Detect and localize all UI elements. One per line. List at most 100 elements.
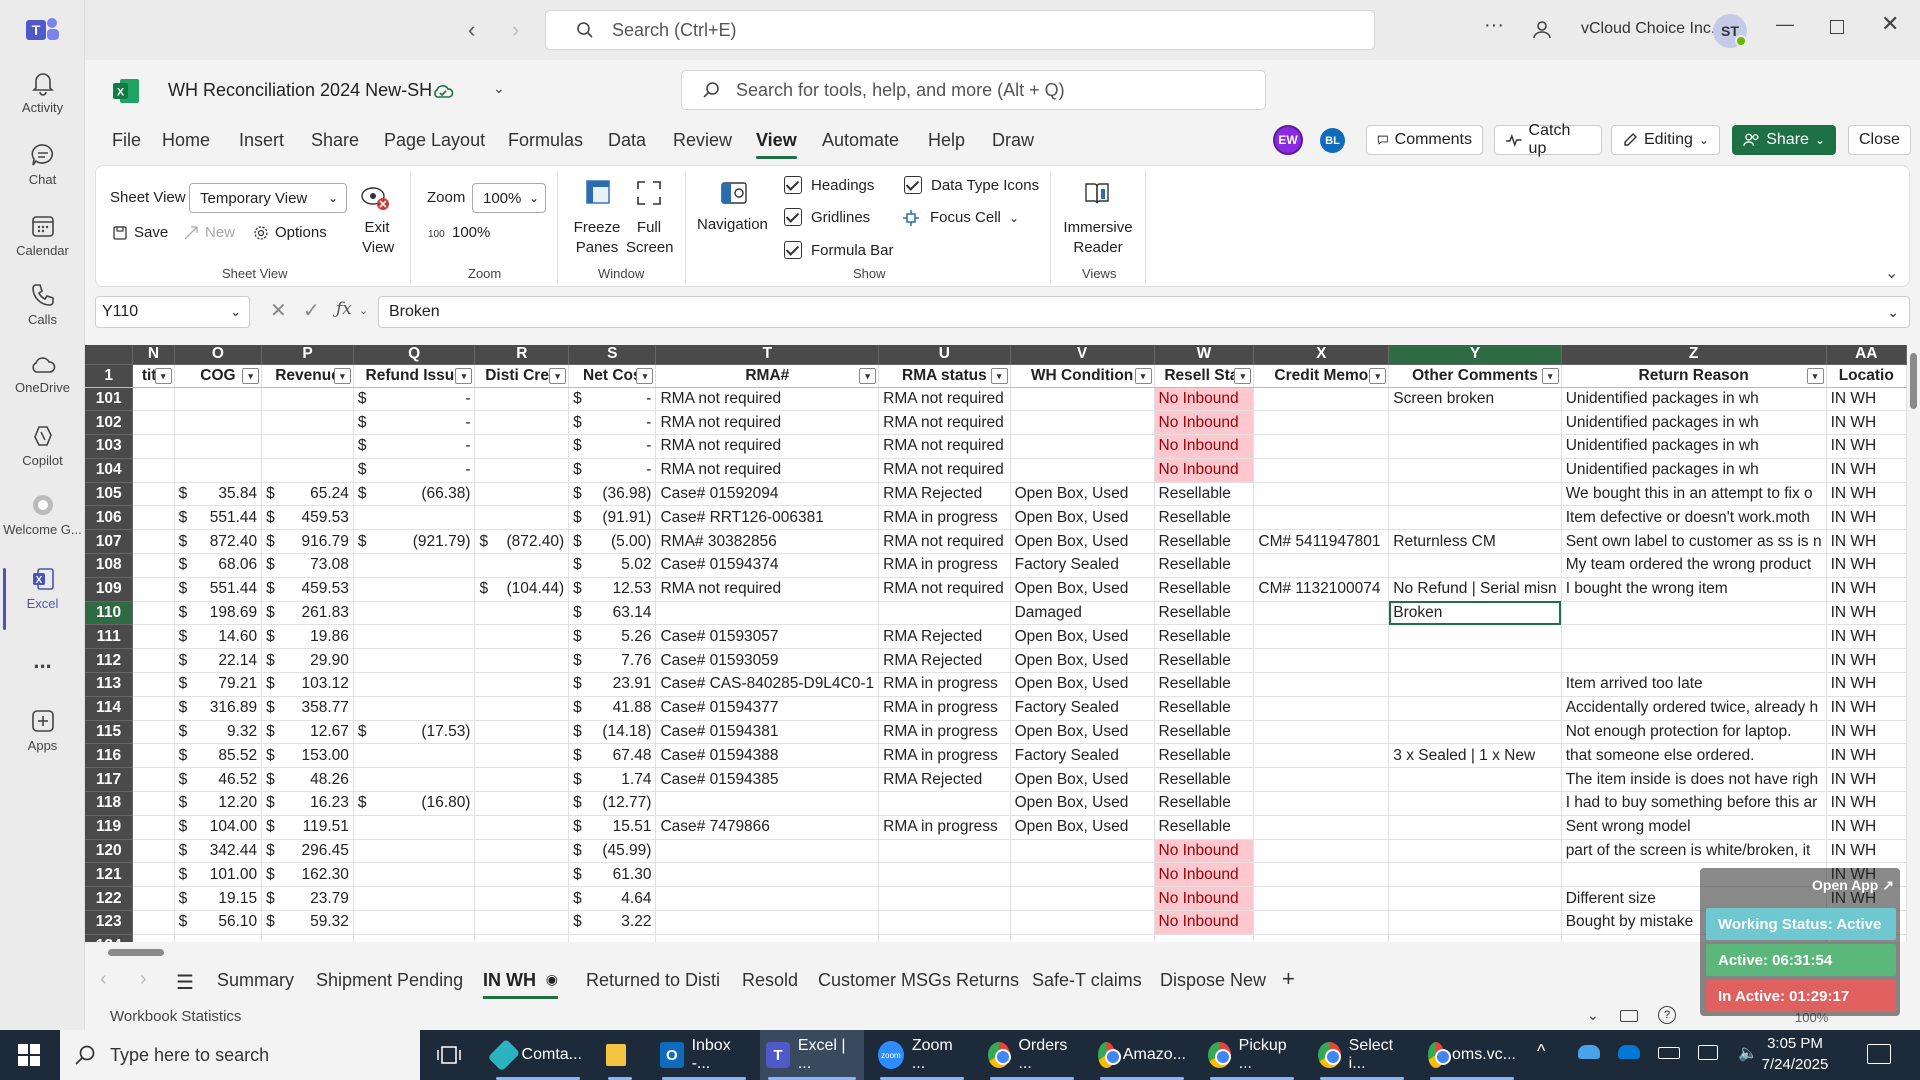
cell-n[interactable] [132, 767, 175, 793]
minimize-icon[interactable]: — [1776, 14, 1794, 35]
cell-p[interactable]: $358.77 [261, 696, 354, 721]
cell-y[interactable] [1388, 696, 1562, 721]
cell-n[interactable] [132, 696, 175, 721]
cell-u[interactable]: RMA in progress [878, 815, 1011, 840]
row-number[interactable]: 103 [85, 434, 134, 459]
more-icon[interactable]: ... [0, 648, 85, 674]
show-hidden-icons-icon[interactable]: ^ [1537, 1041, 1545, 1062]
cell-q[interactable]: $ (17.53) [353, 720, 476, 745]
cell-y[interactable] [1388, 624, 1562, 650]
row-number[interactable]: 122 [85, 886, 134, 912]
row-number[interactable]: 116 [85, 743, 134, 769]
cell-o[interactable]: $551.44 [174, 505, 263, 531]
menu-data[interactable]: Data [608, 130, 646, 151]
zoom-100-button[interactable]: 100 100% [428, 224, 490, 241]
taskbar-app-zoom[interactable]: zoom Zoom ... [872, 1030, 972, 1080]
taskbar-app-chrome-amazon[interactable]: Amazo... [1092, 1030, 1192, 1080]
vertical-scrollbar[interactable] [1907, 335, 1920, 945]
tools-search-box[interactable]: Search for tools, help, and more (Alt + … [681, 70, 1266, 110]
cell-y[interactable] [1388, 862, 1562, 888]
cell-o[interactable]: $22.14 [174, 648, 263, 674]
gridlines-checkbox[interactable] [784, 208, 802, 226]
taskbar-app-chrome-select[interactable]: Select i... [1312, 1030, 1412, 1080]
row-number[interactable]: 112 [85, 648, 134, 674]
cell-x[interactable] [1253, 458, 1390, 483]
cell-v[interactable]: Damaged [1010, 601, 1155, 626]
cell-y[interactable] [1388, 410, 1562, 436]
cell-n[interactable] [132, 815, 175, 840]
column-header-n[interactable]: N [132, 345, 175, 365]
cell-aa[interactable]: IN WH [1826, 458, 1907, 483]
cell-y[interactable]: No Refund | Serial misn [1388, 577, 1562, 602]
cell-t[interactable] [655, 839, 880, 864]
cell-x[interactable] [1253, 934, 1390, 942]
tab-customer-msgs-returns[interactable]: Customer MSGs Returns [818, 970, 1019, 991]
cell-v[interactable]: Open Box, Used [1010, 672, 1155, 697]
cell-z[interactable]: Sent own label to customer as ss is n [1561, 529, 1827, 555]
header-cell-q[interactable]: Refund Issue ▾ [353, 364, 476, 388]
filter-dropdown-icon[interactable]: ▾ [1234, 367, 1252, 384]
cell-t[interactable]: RMA not required [655, 410, 880, 436]
cell-w[interactable]: Resellable [1154, 743, 1255, 769]
cell-z[interactable]: Sent wrong model [1561, 815, 1827, 840]
menu-draw[interactable]: Draw [992, 130, 1034, 151]
cell-r[interactable] [474, 791, 570, 816]
cell-q[interactable] [353, 553, 476, 578]
cell-n[interactable] [132, 577, 175, 602]
cell-s[interactable]: $23.91 [568, 672, 657, 697]
cell-w[interactable]: Resellable [1154, 696, 1255, 721]
cell-s[interactable]: $ (91.91) [568, 505, 657, 531]
cell-t[interactable] [655, 934, 880, 942]
tab-shipment-pending[interactable]: Shipment Pending [316, 970, 463, 991]
taskbar-app-file-explorer[interactable] [600, 1030, 640, 1080]
task-view-icon[interactable] [437, 1044, 461, 1066]
cell-r[interactable]: $ (104.44) [474, 577, 570, 602]
menu-insert[interactable]: Insert [239, 130, 284, 151]
cell-o[interactable]: $14.60 [174, 624, 263, 650]
cell-z[interactable] [1561, 648, 1827, 674]
cancel-entry-icon[interactable]: ✕ [270, 298, 287, 323]
cell-aa[interactable]: IN WH [1826, 553, 1907, 578]
cell-u[interactable] [878, 886, 1011, 912]
cell-w[interactable]: No Inbound [1154, 910, 1255, 935]
cell-o[interactable] [174, 434, 263, 459]
cell-w[interactable]: Resellable [1154, 767, 1255, 793]
row-number[interactable]: 111 [85, 624, 134, 650]
row-number[interactable]: 104 [85, 458, 134, 483]
cell-q[interactable]: $ - [353, 434, 476, 459]
cell-p[interactable] [261, 434, 354, 459]
cell-z[interactable]: My team ordered the wrong product [1561, 553, 1827, 578]
cell-y[interactable] [1388, 458, 1562, 483]
cell-z[interactable]: Unidentified packages in wh [1561, 387, 1827, 412]
header-cell-v[interactable]: WH Condition ▾ [1010, 364, 1155, 388]
menu-review[interactable]: Review [673, 130, 732, 151]
zoom-dropdown[interactable]: 100% ⌄ [472, 183, 546, 213]
more-options-icon[interactable]: ··· [1484, 14, 1504, 37]
cell-t[interactable]: Case# 01594385 [655, 767, 880, 793]
filter-dropdown-icon[interactable]: ▾ [242, 367, 260, 384]
cell-q[interactable] [353, 934, 476, 942]
cell-t[interactable]: Case# RRT126-006381 [655, 505, 880, 531]
header-cell-y[interactable]: Other Comments ▾ [1388, 364, 1562, 388]
cell-p[interactable] [261, 410, 354, 436]
help-icon[interactable]: ? [1658, 1006, 1676, 1024]
header-cell-u[interactable]: RMA status ▾ [878, 364, 1011, 388]
cell-u[interactable]: RMA in progress [878, 553, 1011, 578]
row-number[interactable]: 109 [85, 577, 134, 602]
cell-aa[interactable]: IN WH [1826, 387, 1907, 412]
cell-r[interactable] [474, 553, 570, 578]
vertical-scroll-thumb[interactable] [1910, 353, 1917, 409]
cell-z[interactable]: Item arrived too late [1561, 672, 1827, 697]
row-number[interactable]: 108 [85, 553, 134, 578]
cell-q[interactable] [353, 839, 476, 864]
cell-p[interactable]: $65.24 [261, 482, 354, 507]
data-type-icons-checkbox[interactable] [904, 176, 922, 194]
row-number[interactable]: 118 [85, 791, 134, 816]
cell-t[interactable]: Case# 01594388 [655, 743, 880, 769]
taskbar-app-chrome-oms[interactable]: oms.vc... [1422, 1030, 1522, 1080]
cell-r[interactable] [474, 743, 570, 769]
keyboard-icon[interactable] [1620, 1010, 1638, 1022]
cell-y[interactable] [1388, 934, 1562, 942]
cell-t[interactable] [655, 910, 880, 935]
presence-avatar-ew[interactable]: EW [1273, 125, 1303, 155]
